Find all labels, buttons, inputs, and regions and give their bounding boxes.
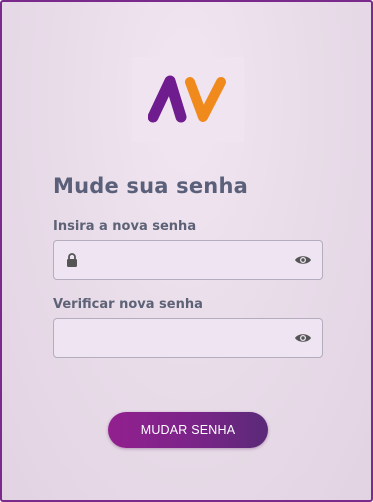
- verify-password-input[interactable]: [66, 319, 282, 357]
- change-password-button[interactable]: MUDAR SENHA: [108, 412, 268, 448]
- page-title: Mude sua senha: [53, 174, 248, 198]
- verify-password-field[interactable]: [53, 318, 323, 358]
- logo: [132, 57, 244, 142]
- verify-password-label: Verificar nova senha: [53, 297, 203, 312]
- new-password-input[interactable]: [88, 241, 282, 279]
- change-password-panel: Mude sua senha Insira a nova senha Verif…: [0, 0, 373, 502]
- new-password-label: Insira a nova senha: [53, 219, 197, 234]
- eye-icon[interactable]: [294, 332, 312, 344]
- lock-icon: [67, 253, 77, 267]
- new-password-field[interactable]: [53, 240, 323, 280]
- av-logo-icon: [148, 75, 226, 123]
- eye-icon[interactable]: [294, 254, 312, 266]
